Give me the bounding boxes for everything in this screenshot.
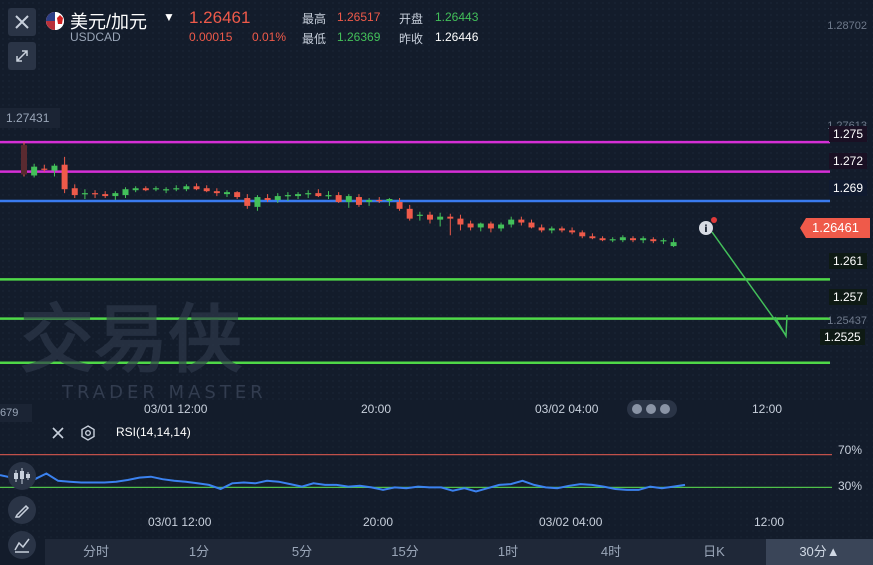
candle [21, 142, 27, 177]
rsi-time-label: 03/02 04:00 [539, 515, 603, 529]
candlestick-icon [14, 468, 30, 484]
open-label: 开盘 [399, 12, 424, 26]
price-change-absolute: 0.00015 [189, 30, 233, 44]
current-price-tag: 1.26461 [800, 218, 870, 238]
time-label: 20:00 [361, 402, 392, 416]
price-chart[interactable]: i 交易侠 TRADER MASTER [0, 0, 873, 565]
watermark-brand: 交易侠 [20, 297, 243, 383]
pencil-icon [14, 504, 30, 518]
level-label-1269: 1.269 [829, 180, 868, 196]
open-value: 1.26443 [435, 10, 479, 24]
watermark-sub: TRADER MASTER [61, 382, 267, 403]
time-label: 12:00 [752, 402, 783, 416]
level-label-12525: 1.2525 [820, 329, 865, 345]
low-value: 1.26369 [337, 30, 381, 44]
draw-button[interactable] [8, 496, 36, 524]
tab-timeframe-1h[interactable]: 1时 [472, 539, 544, 565]
level-label-1261: 1.261 [829, 253, 868, 269]
tab-timeframe-4h[interactable]: 4时 [575, 539, 647, 565]
rsi-upper-label: 70% [838, 443, 863, 457]
rsi-lower-label: 30% [838, 479, 863, 493]
price-tick: 1.25437 [827, 315, 867, 327]
rsi-time-label: 12:00 [754, 515, 785, 529]
tab-timeframe-5m[interactable]: 5分 [266, 539, 338, 565]
time-label: 03/01 12:00 [144, 402, 208, 416]
price-change-percent: 0.01% [252, 30, 287, 44]
shrink-button[interactable] [8, 42, 36, 70]
page-indicator[interactable] [627, 400, 677, 418]
tab-timeframe-15m[interactable]: 15分 [369, 539, 441, 565]
time-label: 03/02 04:00 [535, 402, 599, 416]
tab-timeframe-30m[interactable]: 30分▲ [766, 539, 873, 565]
gear-icon [81, 425, 95, 441]
last-price: 1.26461 [189, 8, 251, 27]
indicator-button[interactable] [8, 531, 36, 559]
rsi-time-label: 20:00 [363, 515, 394, 529]
crosshair-price-left: 1.27431 [0, 108, 60, 128]
tab-timeframe-line[interactable]: 分时 [60, 539, 132, 565]
prev-close-value: 1.26446 [435, 30, 479, 44]
close-button[interactable] [8, 8, 36, 36]
rsi-settings-button[interactable] [80, 425, 96, 444]
chevron-down-icon[interactable]: ▼ [163, 10, 175, 24]
rsi-time-label: 03/01 12:00 [148, 515, 212, 529]
rsi-title: RSI(14,14,14) [116, 425, 191, 439]
usd-cad-flag-icon [46, 12, 64, 30]
svg-text:i: i [704, 224, 707, 235]
level-label-1275: 1.275 [829, 126, 868, 142]
level-label-1272: 1.272 [829, 153, 868, 169]
price-tick: 1.28702 [827, 20, 867, 32]
timeframe-bar: 分时 1分 5分 15分 1时 4时 日K 30分▲ [45, 539, 873, 565]
high-value: 1.26517 [337, 10, 381, 24]
high-label: 最高 [302, 12, 327, 26]
indicator-icon [14, 538, 30, 553]
shrink-icon [16, 50, 28, 62]
prev-close-label: 昨收 [399, 32, 424, 46]
low-label: 最低 [302, 32, 327, 46]
level-label-1257: 1.257 [829, 289, 868, 305]
tab-timeframe-daily[interactable]: 日K [678, 539, 750, 565]
tab-timeframe-1m[interactable]: 1分 [163, 539, 235, 565]
rsi-close-button[interactable] [50, 425, 66, 444]
close-icon [52, 427, 64, 439]
symbol-code: USDCAD [70, 30, 121, 44]
close-icon [15, 15, 29, 29]
crosshair-price-left-bottom: 679 [0, 404, 32, 422]
candle-type-button[interactable] [8, 462, 36, 490]
